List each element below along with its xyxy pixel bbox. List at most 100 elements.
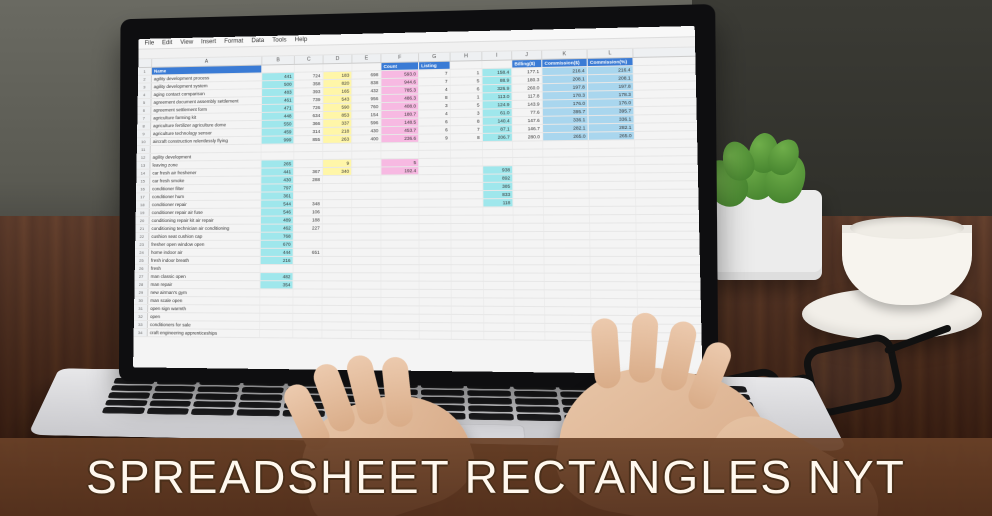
cell	[352, 273, 381, 280]
cell: 459	[262, 128, 295, 135]
cell	[514, 224, 544, 231]
cell: 326.9	[483, 85, 513, 93]
cell: fresh indoor breath	[149, 257, 261, 264]
cell	[260, 330, 293, 337]
cell	[381, 241, 419, 248]
cell	[323, 306, 352, 313]
cell: 113.0	[483, 93, 513, 101]
cell	[543, 141, 589, 149]
cell: 314	[294, 128, 323, 135]
cell: open sign warmth	[148, 305, 260, 313]
cell: open	[148, 313, 260, 321]
laptop-screen-bezel: FileEditViewInsertFormatDataToolsHelp AB…	[119, 4, 719, 390]
cell	[381, 208, 419, 215]
cell	[451, 240, 483, 247]
cell: 340	[323, 168, 352, 175]
spreadsheet-grid: 1NameCountListingBilling($)Commission($)…	[133, 57, 702, 375]
cell	[323, 290, 352, 297]
cell	[294, 241, 323, 248]
cell	[484, 249, 514, 256]
cell: 739	[295, 96, 324, 103]
cell: Billing($)	[512, 60, 542, 68]
cell	[544, 174, 590, 182]
cell: 366	[294, 120, 323, 127]
cell	[323, 144, 352, 151]
cell	[294, 184, 323, 191]
cell: 4	[419, 110, 451, 118]
cell	[514, 249, 545, 256]
cell: 208.1	[588, 74, 634, 82]
cell: 280.0	[513, 133, 543, 141]
cell: 1	[451, 69, 483, 77]
cell	[590, 232, 637, 239]
cell	[452, 257, 484, 264]
cell	[323, 241, 352, 248]
cell: 147.6	[513, 117, 543, 125]
cell: 5	[451, 101, 483, 109]
cell	[589, 157, 635, 165]
cell	[294, 192, 323, 199]
cell: Commission($)	[542, 59, 588, 67]
cell	[323, 208, 352, 215]
cell	[323, 200, 352, 207]
cell: new airman's gym	[148, 289, 260, 297]
cell: 855	[294, 136, 323, 143]
cell	[451, 224, 483, 231]
column-header: E	[352, 54, 381, 63]
cell	[352, 265, 381, 272]
cell	[484, 315, 514, 323]
cell: 282.1	[589, 124, 635, 132]
cell	[381, 232, 419, 239]
cell: 797	[261, 184, 294, 191]
cell	[451, 183, 483, 190]
cell: agriculture technology sensor	[151, 129, 262, 137]
cell	[545, 257, 591, 264]
cell	[514, 299, 545, 306]
cell	[451, 207, 483, 214]
cell	[544, 240, 590, 247]
cell: 596	[352, 119, 381, 126]
cell	[420, 306, 452, 313]
cell	[294, 257, 323, 264]
cell: 483	[262, 89, 295, 96]
cell	[590, 215, 636, 222]
cell	[591, 265, 638, 272]
cell	[352, 241, 381, 248]
cell	[513, 150, 543, 157]
cell	[451, 191, 483, 198]
cell	[352, 232, 381, 239]
cell	[381, 298, 419, 305]
cell: fresher open window open	[149, 241, 261, 248]
cell	[323, 298, 352, 305]
column-header: K	[542, 50, 588, 59]
cell: 180.3	[512, 76, 542, 84]
cell	[260, 314, 293, 321]
cell	[381, 200, 419, 207]
cell: 3	[451, 110, 483, 118]
cell	[515, 332, 546, 340]
cell: 853	[323, 112, 352, 119]
cell	[420, 298, 452, 305]
cell: 88.9	[483, 77, 513, 85]
cell	[544, 249, 590, 256]
cell	[483, 216, 513, 223]
menu-item: Edit	[162, 40, 172, 46]
cell	[451, 150, 483, 157]
cell	[323, 265, 352, 272]
cell	[590, 198, 636, 206]
cell	[484, 232, 514, 239]
cell: 260.0	[512, 84, 542, 92]
cell: 408.0	[381, 102, 419, 110]
cell	[323, 224, 352, 231]
cell: 938	[483, 166, 513, 173]
caption-banner: SPREADSHEET RECTANGLES NYT	[0, 438, 992, 516]
cell	[381, 290, 419, 297]
cell	[544, 182, 590, 190]
cell	[514, 257, 545, 264]
cell	[589, 182, 635, 190]
cell: 178.3	[543, 92, 589, 100]
cell	[483, 150, 513, 157]
cell	[483, 207, 513, 214]
cell: 453.7	[381, 127, 419, 135]
cell: 165	[323, 88, 352, 95]
